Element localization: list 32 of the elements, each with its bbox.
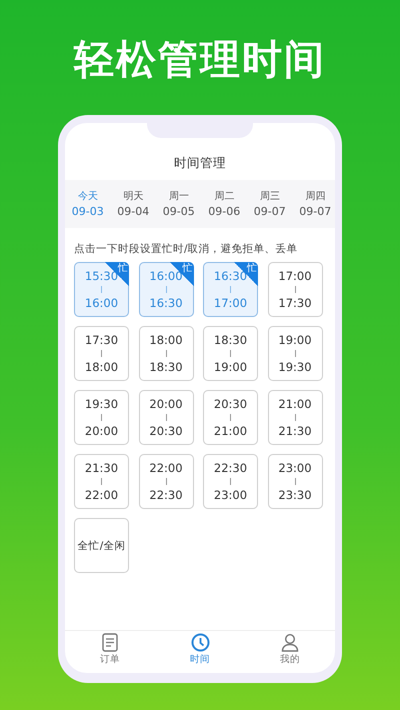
time-slot-button[interactable]: 22:00 22:30 [138,454,194,509]
time-slot-button[interactable]: 20:00 20:30 [138,390,194,445]
time-slot-button[interactable]: 22:30 23:00 [203,454,258,509]
date-tab[interactable]: 周二 09-06 [202,189,247,219]
all-toggle-button[interactable]: 全忙/全闲 [74,518,129,573]
time-slot-button[interactable]: 17:00 17:30 [268,262,322,317]
date-tab[interactable]: 明天 09-04 [110,189,156,219]
document-icon [102,633,118,652]
person-icon [281,633,299,652]
time-slot-button[interactable]: 17:30 18:00 [74,326,129,381]
nav-tab[interactable]: 订单 [80,633,140,670]
time-slot-button[interactable]: 19:00 19:30 [268,326,322,381]
time-slot-button[interactable]: 18:30 19:00 [203,326,258,381]
screen-title: 时间管理 [173,154,227,172]
headline: 轻松管理时间 [74,36,326,85]
time-slot-button[interactable]: 23:00 23:30 [268,454,322,509]
time-slot-button[interactable]: 16:00 16:30 忙 [138,262,194,317]
time-slot-button[interactable]: 16:30 17:00 忙 [203,262,258,317]
time-slot-button[interactable]: 20:30 21:00 [203,390,258,445]
nav-tab[interactable]: 时间 [170,633,230,670]
hint-text: 点击一下时段设置忙时/取消，避免拒单、丢单 [74,242,299,257]
nav-tab[interactable]: 我的 [260,633,320,670]
clock-icon [190,633,210,652]
time-slot-button[interactable]: 21:30 22:00 [74,454,129,509]
time-slot-button[interactable]: 21:00 21:30 [268,390,322,445]
time-slot-button[interactable]: 15:30 16:00 忙 [74,262,129,317]
date-tab[interactable]: 今天 09-03 [65,189,110,219]
time-slot-button[interactable]: 18:00 18:30 [138,326,194,381]
date-tab[interactable]: 周三 09-07 [247,189,292,219]
date-tab[interactable]: 周四 09-07 [292,189,335,219]
time-slot-button[interactable]: 19:30 20:00 [74,390,129,445]
date-tab[interactable]: 周一 09-05 [156,189,202,219]
